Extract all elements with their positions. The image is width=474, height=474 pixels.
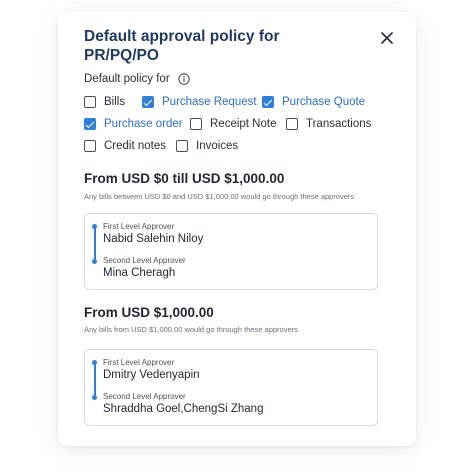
close-icon[interactable] — [379, 30, 395, 46]
approver-dot — [92, 395, 97, 400]
checkbox-purchase-request[interactable]: Purchase Request — [142, 96, 262, 108]
checkbox-label: Receipt Note — [210, 118, 277, 130]
checkbox-label: Transactions — [306, 118, 372, 130]
checkbox-receipt-note[interactable]: Receipt Note — [190, 118, 286, 130]
checkbox-bills[interactable]: Bills — [84, 96, 142, 108]
checkbox-label: Purchase order — [104, 118, 183, 130]
second-level-approver[interactable]: Mina Cheragh — [103, 267, 175, 279]
checkbox-transactions[interactable]: Transactions — [286, 118, 371, 130]
checkbox-box[interactable] — [142, 96, 154, 108]
first-level-approver[interactable]: Dmitry Vedenyapin — [103, 369, 200, 381]
checkbox-label: Credit notes — [104, 140, 167, 152]
approver-dot — [92, 224, 97, 229]
default-policy-text: Default policy for — [84, 73, 170, 85]
range-1-subtitle: Any bills between USD $0 and USD $1,000.… — [84, 192, 355, 201]
checkbox-purchase-quote[interactable]: Purchase Quote — [262, 96, 365, 108]
info-icon[interactable] — [177, 73, 190, 85]
checkbox-box[interactable] — [84, 96, 96, 108]
range-1-title: From USD $0 till USD $1,000.00 — [84, 171, 285, 186]
checkbox-label: Purchase Quote — [282, 96, 366, 108]
dialog-title: Default approval policy for PR/PQ/PO — [84, 28, 280, 64]
checkbox-box[interactable] — [176, 140, 188, 152]
approver-dot — [92, 360, 97, 365]
second-level-label: Second Level Approver — [103, 392, 186, 401]
range-1-approvers: First Level Approver Nabid Salehin Niloy… — [84, 213, 378, 290]
second-level-approver[interactable]: Shraddha Goel,ChengSi Zhang — [103, 403, 263, 415]
checkbox-label: Bills — [104, 96, 126, 108]
first-level-label: First Level Approver — [103, 358, 175, 367]
checkbox-label: Invoices — [196, 140, 239, 152]
approver-rail — [94, 226, 96, 262]
checkbox-box[interactable] — [262, 96, 274, 108]
range-2-subtitle: Any bills from USD $1,000.00 would go th… — [84, 325, 298, 334]
approver-dot — [92, 259, 97, 264]
checkbox-box[interactable] — [190, 118, 202, 130]
range-2-approvers: First Level Approver Dmitry Vedenyapin S… — [84, 349, 378, 426]
second-level-label: Second Level Approver — [103, 256, 186, 265]
approval-policy-dialog: Default approval policy for PR/PQ/PO Def… — [58, 12, 416, 446]
checkbox-credit-notes[interactable]: Credit notes — [84, 140, 176, 152]
checkbox-box[interactable] — [84, 118, 96, 130]
first-level-approver[interactable]: Nabid Salehin Niloy — [103, 233, 203, 245]
approver-rail — [94, 362, 96, 398]
first-level-label: First Level Approver — [103, 222, 175, 231]
checkbox-invoices[interactable]: Invoices — [176, 140, 238, 152]
checkbox-row-2: Purchase order Receipt Note Transactions — [84, 118, 371, 130]
checkbox-label: Purchase Request — [162, 96, 257, 108]
checkbox-row-1: Bills Purchase Request Purchase Quote — [84, 96, 365, 108]
checkbox-box[interactable] — [286, 118, 298, 130]
checkbox-row-3: Credit notes Invoices — [84, 140, 238, 152]
range-2-title: From USD $1,000.00 — [84, 305, 214, 320]
checkbox-box[interactable] — [84, 140, 96, 152]
checkbox-purchase-order[interactable]: Purchase order — [84, 118, 190, 130]
default-policy-label: Default policy for — [84, 73, 190, 85]
